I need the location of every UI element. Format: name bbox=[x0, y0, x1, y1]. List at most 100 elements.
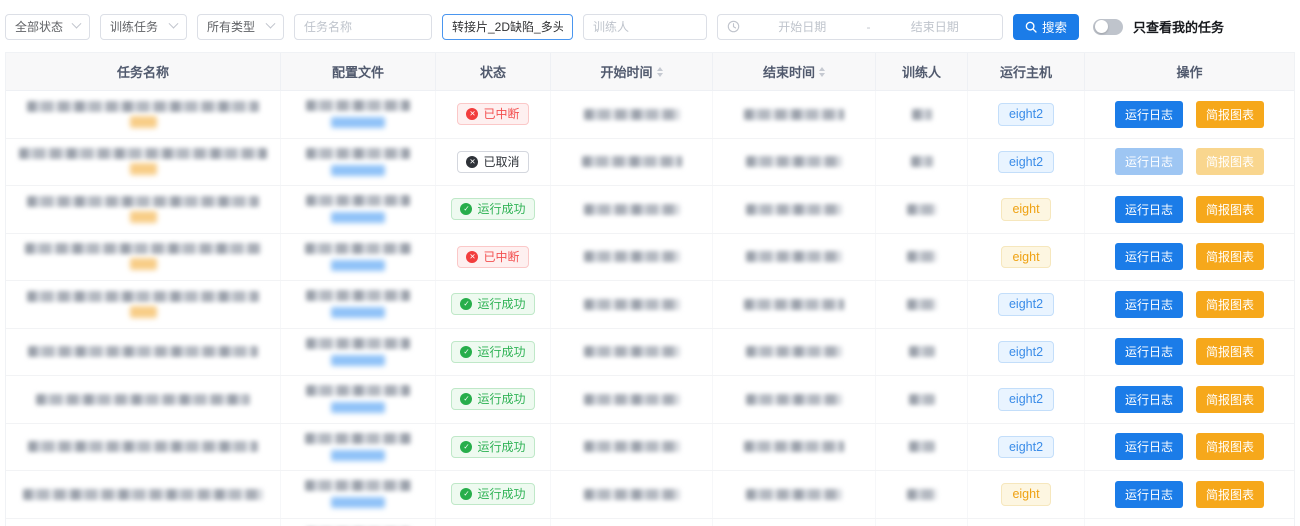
actions-cell: 运行日志简报图表 bbox=[1085, 281, 1294, 328]
start-time-redacted bbox=[584, 204, 680, 215]
config-link-redacted[interactable] bbox=[331, 165, 385, 176]
run-log-button[interactable]: 运行日志 bbox=[1115, 291, 1183, 318]
column-header-actions: 操作 bbox=[1085, 53, 1294, 90]
config-link-redacted[interactable] bbox=[331, 117, 385, 128]
trainer-cell bbox=[876, 186, 968, 233]
status-badge: ✓运行成功 bbox=[451, 483, 534, 505]
config-name-redacted bbox=[306, 290, 410, 301]
column-header-start[interactable]: 开始时间 bbox=[551, 53, 713, 90]
status-interrupted-icon: ✕ bbox=[466, 251, 478, 263]
sort-icon[interactable] bbox=[657, 67, 663, 77]
host-cell: eight2 bbox=[968, 91, 1085, 138]
trainer-cell bbox=[876, 376, 968, 423]
run-log-button[interactable]: 运行日志 bbox=[1115, 101, 1183, 128]
task-name-cell bbox=[6, 139, 281, 186]
run-log-button[interactable]: 运行日志 bbox=[1115, 243, 1183, 270]
status-cell: ✕已中断 bbox=[436, 234, 551, 281]
status-success-icon: ✓ bbox=[460, 393, 472, 405]
report-chart-button[interactable]: 简报图表 bbox=[1196, 338, 1264, 365]
report-chart-button[interactable]: 简报图表 bbox=[1196, 243, 1264, 270]
table-row: ✕已中断eight运行日志简报图表 bbox=[6, 234, 1294, 282]
run-log-button[interactable]: 运行日志 bbox=[1115, 338, 1183, 365]
caret-up-icon bbox=[657, 67, 663, 71]
start-time-redacted bbox=[584, 394, 680, 405]
config-link-redacted[interactable] bbox=[331, 260, 385, 271]
search-button[interactable]: 搜索 bbox=[1013, 14, 1079, 40]
end-time-redacted bbox=[746, 156, 842, 167]
my-tasks-toggle-label: 只查看我的任务 bbox=[1133, 17, 1224, 36]
config-file-cell bbox=[281, 186, 436, 233]
run-log-button[interactable]: 运行日志 bbox=[1115, 196, 1183, 223]
config-link-redacted[interactable] bbox=[331, 355, 385, 366]
run-log-button[interactable]: 运行日志 bbox=[1115, 148, 1183, 175]
report-chart-button[interactable]: 简报图表 bbox=[1196, 101, 1264, 128]
status-filter-select[interactable]: 全部状态 bbox=[5, 14, 90, 40]
report-chart-button[interactable]: 简报图表 bbox=[1196, 148, 1264, 175]
host-cell: eight2 bbox=[968, 424, 1085, 471]
task-tag-redacted bbox=[130, 258, 157, 270]
task-name-redacted bbox=[27, 101, 259, 112]
trainer-input[interactable] bbox=[583, 14, 707, 40]
report-chart-button[interactable]: 简报图表 bbox=[1196, 291, 1264, 318]
column-header-end[interactable]: 结束时间 bbox=[713, 53, 876, 90]
end-time-cell bbox=[713, 424, 876, 471]
trainer-redacted bbox=[907, 204, 937, 215]
end-time-redacted bbox=[744, 299, 844, 310]
end-date-placeholder[interactable]: 结束日期 bbox=[877, 18, 994, 35]
task-name-redacted bbox=[27, 291, 259, 302]
category-filter-value: 训练任务 bbox=[110, 18, 158, 35]
host-cell: eight2 bbox=[968, 281, 1085, 328]
start-time-redacted bbox=[582, 156, 682, 167]
search-icon bbox=[1025, 21, 1037, 33]
column-header-label: 操作 bbox=[1176, 62, 1202, 81]
report-chart-button[interactable]: 简报图表 bbox=[1196, 386, 1264, 413]
status-filter-value: 全部状态 bbox=[15, 18, 63, 35]
end-time-redacted bbox=[746, 204, 842, 215]
category-filter-select[interactable]: 训练任务 bbox=[100, 14, 187, 40]
start-date-placeholder[interactable]: 开始日期 bbox=[744, 18, 861, 35]
task-name-redacted bbox=[19, 148, 267, 159]
actions-cell: 运行日志简报图表 bbox=[1085, 139, 1294, 186]
start-time-cell bbox=[551, 281, 713, 328]
status-badge: ✕已中断 bbox=[457, 103, 528, 125]
end-time-cell bbox=[713, 471, 876, 518]
status-label: 运行成功 bbox=[477, 393, 525, 405]
model-name-input[interactable] bbox=[442, 14, 573, 40]
status-label: 已取消 bbox=[483, 156, 519, 168]
chevron-down-icon bbox=[72, 19, 82, 29]
type-filter-select[interactable]: 所有类型 bbox=[197, 14, 284, 40]
config-link-redacted[interactable] bbox=[331, 307, 385, 318]
config-link-redacted[interactable] bbox=[331, 450, 385, 461]
status-cell: ✓运行成功 bbox=[436, 186, 551, 233]
host-tag: eight bbox=[1001, 483, 1050, 506]
caret-down-icon bbox=[657, 73, 663, 77]
task-name-cell bbox=[6, 376, 281, 423]
trainer-redacted bbox=[909, 441, 935, 452]
run-log-button[interactable]: 运行日志 bbox=[1115, 481, 1183, 508]
run-log-button[interactable]: 运行日志 bbox=[1115, 386, 1183, 413]
host-tag: eight bbox=[1001, 198, 1050, 221]
column-header-label: 任务名称 bbox=[117, 62, 169, 81]
sort-icon[interactable] bbox=[819, 67, 825, 77]
start-time-cell bbox=[551, 91, 713, 138]
report-chart-button[interactable]: 简报图表 bbox=[1196, 433, 1264, 460]
date-range-picker[interactable]: 开始日期 - 结束日期 bbox=[717, 14, 1003, 40]
start-time-cell bbox=[551, 376, 713, 423]
start-time-redacted bbox=[584, 109, 680, 120]
table-row: ✓运行成功 eight 运行日志简报图表 bbox=[6, 471, 1294, 519]
task-name-redacted bbox=[23, 489, 263, 500]
config-link-redacted[interactable] bbox=[331, 402, 385, 413]
status-cell: ✓运行成功 bbox=[436, 329, 551, 376]
task-name-input[interactable] bbox=[294, 14, 432, 40]
config-link-redacted[interactable] bbox=[331, 212, 385, 223]
table-row: ✕已中断 eight2 运行日志简报图表 bbox=[6, 91, 1294, 139]
config-link-redacted[interactable] bbox=[331, 497, 385, 508]
report-chart-button[interactable]: 简报图表 bbox=[1196, 481, 1264, 508]
my-tasks-toggle[interactable] bbox=[1093, 19, 1123, 35]
run-log-button[interactable]: 运行日志 bbox=[1115, 433, 1183, 460]
host-cell: eight bbox=[968, 471, 1085, 518]
end-time-cell bbox=[713, 91, 876, 138]
config-name-redacted bbox=[306, 195, 410, 206]
caret-up-icon bbox=[819, 67, 825, 71]
report-chart-button[interactable]: 简报图表 bbox=[1196, 196, 1264, 223]
